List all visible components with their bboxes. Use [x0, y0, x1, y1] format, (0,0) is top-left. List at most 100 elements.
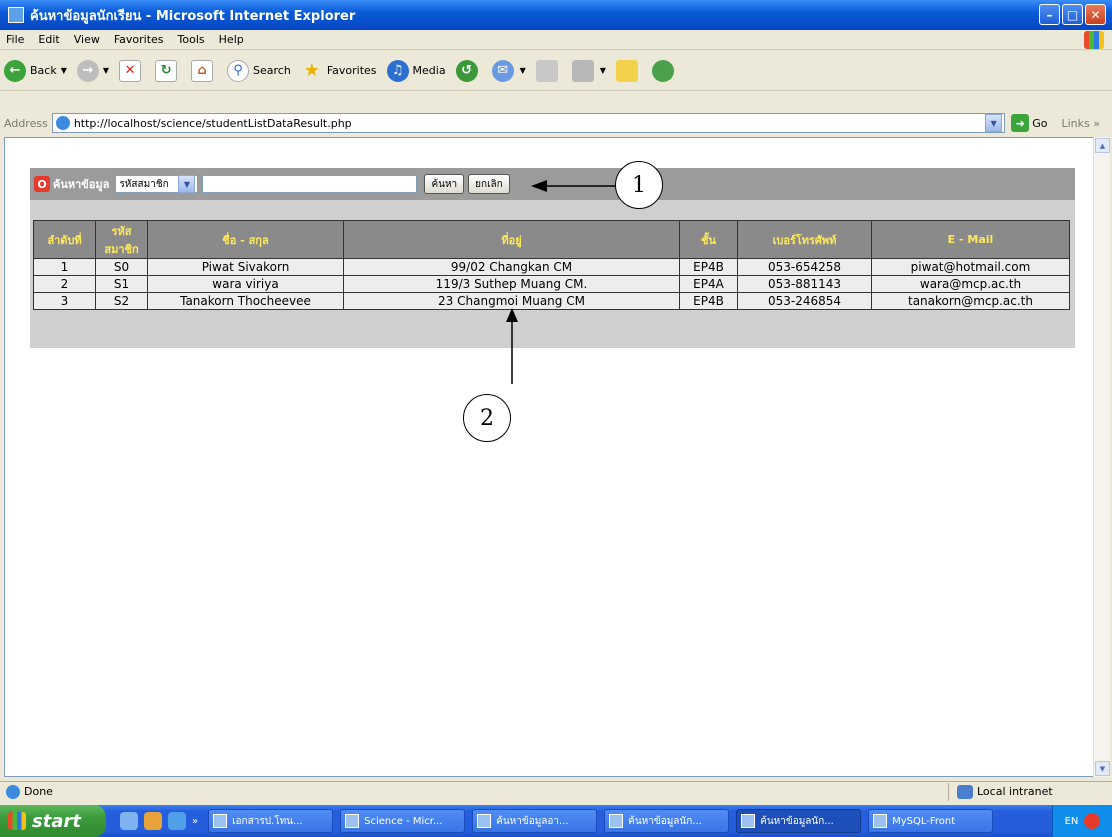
menu-edit[interactable]: Edit	[38, 33, 59, 46]
media-icon: ♫	[386, 59, 409, 82]
media-button[interactable]: ♫ Media	[386, 59, 446, 82]
col-header-address: ที่อยู่	[343, 220, 680, 259]
callout-1: 1	[615, 161, 663, 209]
messenger-button[interactable]	[651, 59, 678, 82]
media-player-icon[interactable]	[144, 812, 162, 830]
cell-no: 1	[33, 258, 96, 276]
address-dropdown-icon[interactable]: ▼	[985, 114, 1003, 132]
menu-view[interactable]: View	[74, 33, 100, 46]
cell-class: EP4A	[679, 275, 738, 293]
menu-bar: File Edit View Favorites Tools Help	[0, 30, 1112, 50]
go-arrow-icon: ➜	[1011, 114, 1030, 132]
task-word-document[interactable]: เอกสารป.โทน...	[208, 809, 334, 833]
task-search-student[interactable]: ค้นหาข้อมูลนัก...	[604, 809, 730, 833]
ie-icon	[345, 814, 360, 828]
discuss-button[interactable]	[615, 59, 642, 82]
col-header-class: ชั้น	[679, 220, 738, 259]
maximize-button[interactable]: □	[1062, 4, 1083, 25]
search-field-select[interactable]: รหัสสมาชิก ▼	[115, 175, 199, 193]
cell-address: 23 Changmoi Muang CM	[343, 292, 680, 310]
cell-address: 99/02 Changkan CM	[343, 258, 680, 276]
show-desktop-icon[interactable]	[120, 812, 138, 830]
links-label: Links	[1061, 116, 1090, 130]
stop-button[interactable]: ✕	[119, 59, 145, 82]
links-toolbar[interactable]: Links »	[1062, 117, 1101, 130]
menu-file[interactable]: File	[6, 33, 24, 46]
close-button[interactable]: ✕	[1085, 4, 1106, 25]
refresh-button[interactable]: ↻	[155, 59, 181, 82]
forward-dropdown-icon[interactable]: ▼	[103, 66, 109, 75]
menu-tools[interactable]: Tools	[178, 33, 205, 46]
language-indicator[interactable]: EN	[1065, 816, 1079, 827]
cell-phone: 053-246854	[737, 292, 872, 310]
task-science[interactable]: Science - Micr...	[340, 809, 466, 833]
favorites-button[interactable]: ★ Favorites	[301, 60, 377, 82]
title-bar[interactable]: ค้นหาข้อมูลนักเรียน - Microsoft Internet…	[0, 0, 1112, 30]
start-button[interactable]: start	[0, 805, 106, 837]
address-input[interactable]: http://localhost/science/studentListData…	[51, 113, 1006, 133]
ie-quicklaunch-icon[interactable]	[168, 812, 186, 830]
ie-icon	[477, 814, 492, 828]
address-url: http://localhost/science/studentListData…	[73, 116, 352, 130]
back-button[interactable]: ← Back ▼	[4, 59, 67, 82]
home-icon: ⌂	[191, 59, 214, 82]
task-search-teacher[interactable]: ค้นหาข้อมูลอา...	[472, 809, 598, 833]
search-submit-button[interactable]: ค้นหา	[424, 174, 465, 194]
printer-icon	[535, 59, 558, 82]
cell-email: wara@mcp.ac.th	[871, 275, 1070, 293]
task-label: ค้นหาข้อมูลนัก...	[760, 815, 834, 827]
select-dropdown-icon[interactable]: ▼	[178, 175, 196, 193]
edit-icon	[571, 59, 594, 82]
cell-member-id: S1	[95, 275, 148, 293]
scroll-up-icon[interactable]: ▲	[1095, 138, 1110, 153]
task-search-student-active[interactable]: ค้นหาข้อมูลนัก...	[736, 809, 862, 833]
history-button[interactable]: ↺	[455, 59, 482, 82]
address-bar: Address http://localhost/science/student…	[0, 112, 1112, 134]
cell-email: tanakorn@mcp.ac.th	[871, 292, 1070, 310]
back-dropdown-icon[interactable]: ▼	[61, 66, 67, 75]
edit-button[interactable]: ▼	[571, 59, 606, 82]
search-cancel-button[interactable]: ยกเลิก	[468, 174, 510, 194]
cell-name: Piwat Sivakorn	[147, 258, 344, 276]
task-label: MySQL-Front	[892, 815, 956, 827]
mysql-icon	[873, 814, 888, 828]
vertical-scrollbar[interactable]: ▲ ▼	[1093, 137, 1110, 777]
callout-2: 2	[463, 394, 511, 442]
cell-no: 2	[33, 275, 96, 293]
result-table-container: ลำดับที่ รหัส สมาชิก ชื่อ - สกุล ที่อยู่…	[30, 218, 1075, 348]
menu-favorites[interactable]: Favorites	[114, 33, 164, 46]
col-header-email: E - Mail	[871, 220, 1070, 259]
col-header-member-id: รหัส สมาชิก	[95, 220, 148, 259]
window-controls: – □ ✕	[1039, 4, 1106, 25]
edit-dropdown-icon[interactable]: ▼	[600, 66, 606, 75]
page-done-icon	[6, 784, 20, 799]
cell-member-id: S0	[95, 258, 148, 276]
zone-label: Local intranet	[977, 785, 1053, 798]
mail-icon: ✉	[491, 59, 514, 82]
task-label: ค้นหาข้อมูลอา...	[496, 815, 569, 827]
col-header-phone: เบอร์โทรศัพท์	[737, 220, 872, 259]
taskbar: start » เอกสารป.โทน... Science - Micr...…	[0, 805, 1112, 837]
search-field-value: รหัสสมาชิก	[119, 178, 169, 190]
task-label: ค้นหาข้อมูลนัก...	[628, 815, 702, 827]
history-icon: ↺	[455, 59, 478, 82]
task-mysql-front[interactable]: MySQL-Front	[868, 809, 994, 833]
mail-dropdown-icon[interactable]: ▼	[520, 66, 526, 75]
tray-app-icon[interactable]	[1084, 813, 1101, 829]
back-arrow-icon: ←	[4, 59, 26, 82]
status-bar: Done Local intranet	[0, 781, 1112, 801]
print-button[interactable]	[535, 59, 562, 82]
home-button[interactable]: ⌂	[191, 59, 217, 82]
menu-help[interactable]: Help	[219, 33, 244, 46]
browser-window: ค้นหาข้อมูลนักเรียน - Microsoft Internet…	[0, 0, 1112, 837]
go-button[interactable]: ➜ Go	[1011, 114, 1048, 132]
scroll-down-icon[interactable]: ▼	[1095, 761, 1110, 776]
search-button[interactable]: ⚲ Search	[227, 59, 291, 82]
cell-name: wara viriya	[147, 275, 344, 293]
mail-button[interactable]: ✉ ▼	[491, 59, 526, 82]
search-keyword-input[interactable]	[202, 175, 418, 193]
quick-launch-more-icon[interactable]: »	[192, 816, 198, 827]
minimize-button[interactable]: –	[1039, 4, 1060, 25]
forward-button[interactable]: → ▼	[76, 59, 109, 82]
table-row: 3 S2 Tanakorn Thocheevee 23 Changmoi Mua…	[33, 292, 1070, 310]
